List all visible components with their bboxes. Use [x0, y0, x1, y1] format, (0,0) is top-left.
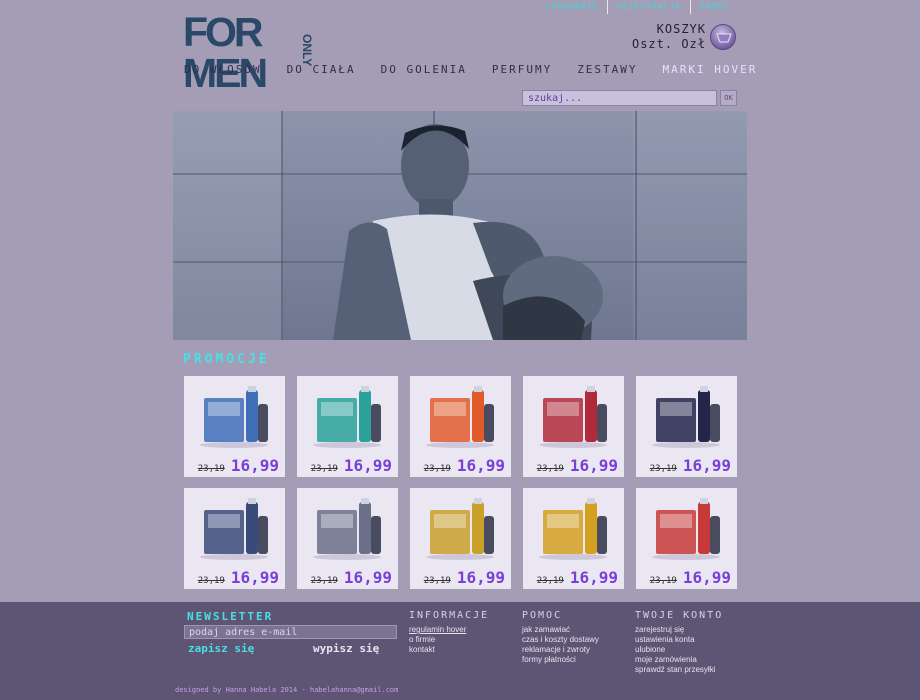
footer-link-orders[interactable]: moje zamówienia: [635, 655, 723, 665]
footer-link-terms[interactable]: regulamin hover: [409, 625, 489, 635]
search-input[interactable]: [522, 90, 717, 106]
nav-shaving[interactable]: DO GOLENIA: [381, 63, 467, 76]
product-card[interactable]: 23,19 16,99: [636, 488, 737, 589]
logo[interactable]: FOR MEN ONLY: [183, 10, 343, 94]
search-button[interactable]: OK: [720, 90, 737, 106]
old-price: 23,19: [310, 464, 338, 474]
cart-amount: Oszt. Ozł: [631, 37, 706, 51]
footer-link-contact[interactable]: kontakt: [409, 645, 489, 655]
product-card[interactable]: 23,19 16,99: [410, 488, 511, 589]
product-grid: 23,19 16,99 23,19 16,99 23,19 16,99 23,19 16,99…: [184, 376, 737, 589]
product-card[interactable]: 23,19 16,99: [410, 376, 511, 477]
nav-hair[interactable]: DO WŁOSÓW: [184, 63, 262, 76]
top-links: LOGOWANIE REJESTRACJA POMOC: [537, 0, 738, 14]
product-card[interactable]: 23,19 16,99: [636, 376, 737, 477]
product-price: 23,19 16,99: [650, 568, 731, 587]
product-price: 23,19 16,99: [311, 568, 392, 587]
new-price: 16,99: [456, 456, 505, 475]
product-card[interactable]: 23,19 16,99: [523, 488, 624, 589]
promo-title: PROMOCJE: [183, 352, 270, 367]
product-image: [426, 498, 494, 560]
product-image: [652, 498, 720, 560]
product-price: 23,19 16,99: [537, 568, 618, 587]
old-price: 23,19: [197, 576, 225, 586]
help-link[interactable]: POMOC: [689, 0, 738, 14]
product-price: 23,19 16,99: [650, 456, 731, 475]
product-price: 23,19 16,99: [424, 456, 505, 475]
new-price: 16,99: [682, 456, 731, 475]
old-price: 23,19: [423, 464, 451, 474]
footer-account: TWOJE KONTO zarejestruj się ustawienia k…: [635, 610, 723, 675]
subscribe-button[interactable]: zapisz się: [188, 642, 254, 655]
product-image: [200, 498, 268, 560]
product-card[interactable]: 23,19 16,99: [523, 376, 624, 477]
old-price: 23,19: [536, 576, 564, 586]
old-price: 23,19: [310, 576, 338, 586]
nav-brands[interactable]: MARKI HOVER: [663, 63, 758, 76]
product-image: [313, 386, 381, 448]
product-price: 23,19 16,99: [198, 456, 279, 475]
product-card[interactable]: 23,19 16,99: [297, 488, 398, 589]
unsubscribe-button[interactable]: wypisz się: [313, 642, 379, 655]
footer-info-title: INFORMACJE: [409, 610, 490, 621]
new-price: 16,99: [569, 568, 618, 587]
new-price: 16,99: [682, 568, 731, 587]
product-price: 23,19 16,99: [198, 568, 279, 587]
new-price: 16,99: [230, 456, 279, 475]
footer-link-about[interactable]: o firmie: [409, 635, 489, 645]
hero-image: [173, 111, 747, 340]
old-price: 23,19: [197, 464, 225, 474]
product-image: [313, 498, 381, 560]
login-link[interactable]: LOGOWANIE: [537, 0, 607, 14]
product-price: 23,19 16,99: [311, 456, 392, 475]
product-price: 23,19 16,99: [424, 568, 505, 587]
new-price: 16,99: [456, 568, 505, 587]
old-price: 23,19: [649, 576, 677, 586]
cart-summary[interactable]: KOSZYK Oszt. Ozł: [632, 22, 706, 52]
new-price: 16,99: [343, 568, 392, 587]
old-price: 23,19: [423, 576, 451, 586]
product-image: [426, 386, 494, 448]
old-price: 23,19: [649, 464, 677, 474]
designer-credit: designed by Hanna Habela 2014 - habelaha…: [175, 686, 399, 694]
new-price: 16,99: [569, 456, 618, 475]
footer-link-settings[interactable]: ustawienia konta: [635, 635, 723, 645]
product-card[interactable]: 23,19 16,99: [297, 376, 398, 477]
new-price: 16,99: [230, 568, 279, 587]
nav-sets[interactable]: ZESTAWY: [577, 63, 637, 76]
footer-link-how-to-order[interactable]: jak zamawiać: [522, 625, 599, 635]
product-price: 23,19 16,99: [537, 456, 618, 475]
product-image: [200, 386, 268, 448]
basket-icon[interactable]: [710, 24, 736, 50]
newsletter-title: NEWSLETTER: [187, 610, 274, 623]
product-card[interactable]: 23,19 16,99: [184, 488, 285, 589]
footer-help-title: POMOC: [522, 610, 563, 621]
old-price: 23,19: [536, 464, 564, 474]
product-image: [652, 386, 720, 448]
new-price: 16,99: [343, 456, 392, 475]
footer-link-register[interactable]: zarejestruj się: [635, 625, 723, 635]
main-nav: DO WŁOSÓW DO CIAŁA DO GOLENIA PERFUMY ZE…: [184, 63, 782, 76]
product-image: [539, 498, 607, 560]
footer-link-returns[interactable]: reklamacje i zwroty: [522, 645, 599, 655]
product-card[interactable]: 23,19 16,99: [184, 376, 285, 477]
logo-main: FOR MEN: [183, 9, 268, 96]
footer-account-title: TWOJE KONTO: [635, 610, 724, 621]
footer-link-payment[interactable]: formy płatności: [522, 655, 599, 665]
footer-info: INFORMACJE regulamin hover o firmie kont…: [409, 610, 489, 655]
footer-link-favorites[interactable]: ulubione: [635, 645, 723, 655]
product-image: [539, 386, 607, 448]
cart-label: KOSZYK: [656, 22, 706, 36]
newsletter-email-field[interactable]: [184, 625, 397, 639]
man-silhouette: [333, 124, 603, 340]
nav-body[interactable]: DO CIAŁA: [287, 63, 356, 76]
footer-link-delivery[interactable]: czas i koszty dostawy: [522, 635, 599, 645]
nav-perfume[interactable]: PERFUMY: [492, 63, 552, 76]
register-link[interactable]: REJESTRACJA: [606, 0, 690, 14]
footer-help: POMOC jak zamawiać czas i koszty dostawy…: [522, 610, 599, 665]
footer-link-tracking[interactable]: sprawdź stan przesyłki: [635, 665, 723, 675]
